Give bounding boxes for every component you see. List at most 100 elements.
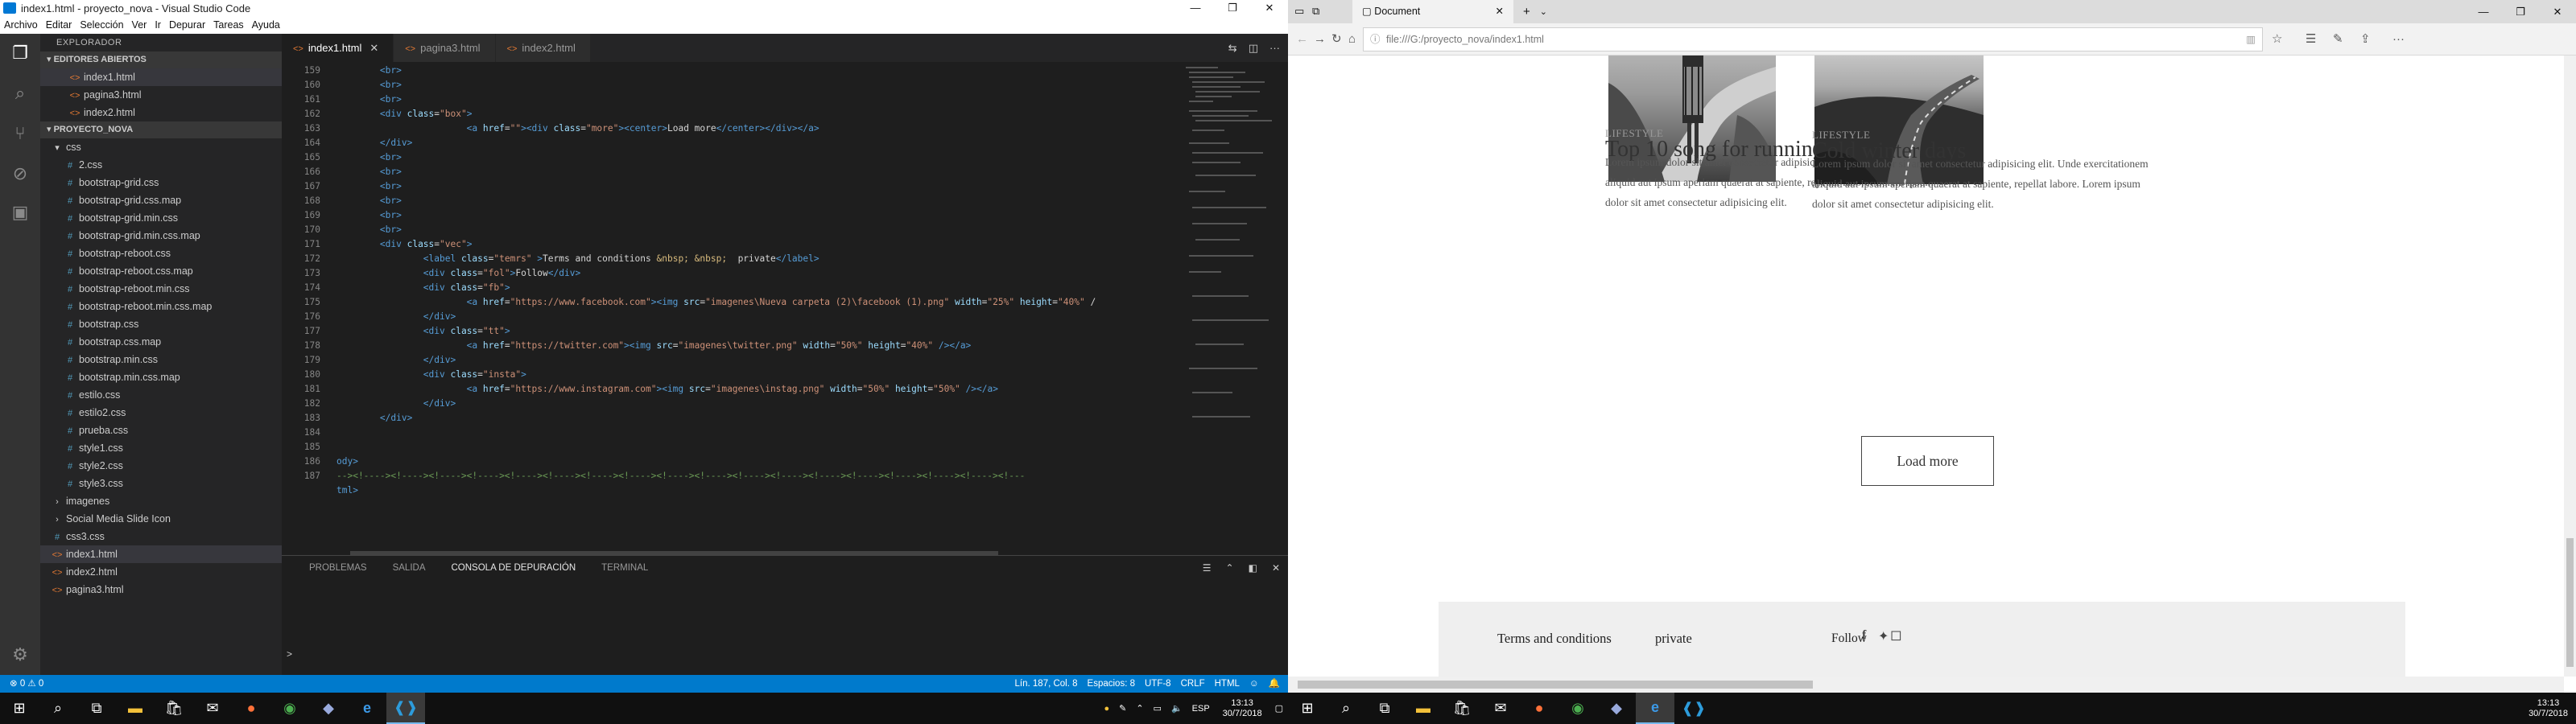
problems-status[interactable]: ⊗ 0 ⚠ 0 xyxy=(10,675,43,693)
file-item[interactable]: # style3.css xyxy=(40,475,282,492)
file-explorer-icon[interactable]: ▬ xyxy=(1404,693,1443,724)
open-editor-item[interactable]: <> index2.html xyxy=(40,104,282,121)
menu-editar[interactable]: Editar xyxy=(42,19,76,31)
search-icon[interactable]: ⌕ xyxy=(9,82,31,105)
twitter-icon[interactable]: ✦ xyxy=(1878,628,1889,644)
file-item[interactable]: <> index1.html xyxy=(40,545,282,563)
file-item[interactable]: # bootstrap.css.map xyxy=(40,333,282,351)
file-item[interactable]: # bootstrap.min.css xyxy=(40,351,282,368)
debug-icon[interactable]: ⊘ xyxy=(9,162,31,185)
chrome-icon[interactable]: ◉ xyxy=(1558,693,1597,724)
tab-terminal[interactable]: TERMINAL xyxy=(601,556,648,580)
app-icon[interactable]: ◆ xyxy=(1597,693,1636,724)
volume-icon[interactable]: 🔈 xyxy=(1166,703,1187,714)
folder-social-media[interactable]: › Social Media Slide Icon xyxy=(40,510,282,528)
task-view-icon[interactable]: ⧉ xyxy=(1365,693,1404,724)
files-icon[interactable]: ❐ xyxy=(9,42,31,64)
tab-problemas[interactable]: PROBLEMAS xyxy=(309,556,367,580)
forward-icon[interactable]: → xyxy=(1314,23,1326,56)
split-editor-icon[interactable]: ◫ xyxy=(1249,34,1258,62)
close-tab-icon[interactable]: ✕ xyxy=(1496,0,1504,23)
start-windows-icon[interactable]: ⊞ xyxy=(0,693,39,724)
vscode-taskbar-icon[interactable]: ❰❱ xyxy=(1674,693,1713,724)
chevron-up-icon[interactable]: ⌃ xyxy=(1226,556,1234,580)
menu-ayuda[interactable]: Ayuda xyxy=(248,19,284,31)
page-horizontal-scrollbar[interactable] xyxy=(1288,677,2564,693)
file-item[interactable]: # bootstrap-reboot.css xyxy=(40,245,282,262)
gear-icon[interactable]: ⚙ xyxy=(9,644,31,666)
file-item[interactable]: <> index2.html xyxy=(40,563,282,581)
cursor-position[interactable]: Lín. 187, Col. 8 xyxy=(1015,675,1078,693)
facebook-icon[interactable]: f xyxy=(1862,628,1866,643)
tab-consola-depuracion[interactable]: CONSOLA DE DEPURACIÓN xyxy=(452,556,576,580)
more-actions-icon[interactable]: ··· xyxy=(1269,34,1280,62)
tab-document[interactable]: ▢ Document ✕ xyxy=(1352,0,1513,23)
menu-seleccion[interactable]: Selección xyxy=(76,19,127,31)
file-item[interactable]: # style2.css xyxy=(40,457,282,475)
file-item[interactable]: <> pagina3.html xyxy=(40,581,282,599)
editor-vertical-scrollbar[interactable] xyxy=(1277,62,1288,555)
tab-salida[interactable]: SALIDA xyxy=(393,556,426,580)
code-editor[interactable]: 159 160 161 162 163 164 165 166 167 168 169 170 171 1… xyxy=(282,62,1179,555)
reading-view-icon[interactable]: ▥ xyxy=(2246,28,2256,51)
clock[interactable]: 13:13 30/7/2018 xyxy=(2520,698,2576,719)
close-button[interactable]: ✕ xyxy=(1251,0,1288,16)
file-explorer-icon[interactable]: ▬ xyxy=(116,693,155,724)
open-editor-item[interactable]: <> index1.html xyxy=(40,68,282,86)
file-item[interactable]: # bootstrap-grid.min.css xyxy=(40,209,282,227)
folder-css[interactable]: ▾ css xyxy=(40,138,282,156)
maximize-button[interactable]: ❐ xyxy=(2502,0,2539,23)
minimize-button[interactable]: — xyxy=(1177,0,1214,16)
task-view-icon[interactable]: ⧉ xyxy=(77,693,116,724)
tabs-aside-icon[interactable]: ▭ xyxy=(1294,5,1304,18)
pen-icon[interactable]: ✎ xyxy=(1114,703,1131,714)
file-item[interactable]: # estilo2.css xyxy=(40,404,282,422)
menu-depurar[interactable]: Depurar xyxy=(165,19,209,31)
store-icon[interactable]: 🛍 xyxy=(155,693,193,724)
vscode-taskbar-icon[interactable]: ❰❱ xyxy=(386,693,425,724)
web-note-icon[interactable]: ✎ xyxy=(2333,23,2343,56)
chevron-down-icon[interactable]: ⌄ xyxy=(1540,6,1547,17)
file-item[interactable]: # bootstrap-grid.css xyxy=(40,174,282,191)
url-field[interactable]: ⓘ file:///G:/proyecto_nova/index1.html ▥ xyxy=(1363,27,2263,51)
file-item[interactable]: # bootstrap-reboot.min.css xyxy=(40,280,282,298)
restore-tabs-icon[interactable]: ⧉ xyxy=(1312,5,1319,18)
indentation-status[interactable]: Espacios: 8 xyxy=(1088,675,1135,693)
open-editors-header[interactable]: ▾ EDITORES ABIERTOS xyxy=(40,51,282,68)
tab-index2[interactable]: <> index2.html xyxy=(495,34,591,62)
minimap[interactable] xyxy=(1179,62,1276,555)
file-item[interactable]: # bootstrap-reboot.css.map xyxy=(40,262,282,280)
load-more-button[interactable]: Load more xyxy=(1861,436,1994,486)
start-windows-icon[interactable]: ⊞ xyxy=(1288,693,1327,724)
menu-ver[interactable]: Ver xyxy=(128,19,151,31)
close-panel-icon[interactable]: ✕ xyxy=(1272,556,1280,580)
file-item[interactable]: # bootstrap.css xyxy=(40,315,282,333)
project-header[interactable]: ▾ PROYECTO_NOVA xyxy=(40,121,282,138)
console-prompt[interactable]: > xyxy=(287,648,292,660)
close-tab-icon[interactable]: ✕ xyxy=(369,42,378,54)
page-vertical-scrollbar[interactable] xyxy=(2564,56,2576,677)
chrome-icon[interactable]: ◉ xyxy=(270,693,309,724)
folder-imagenes[interactable]: › imagenes xyxy=(40,492,282,510)
mail-icon[interactable]: ✉ xyxy=(193,693,232,724)
network-icon[interactable]: ▭ xyxy=(1149,703,1166,714)
file-item[interactable]: # css3.css xyxy=(40,528,282,545)
firefox-icon[interactable]: ● xyxy=(232,693,270,724)
terms-link[interactable]: Terms and conditions xyxy=(1497,631,1612,647)
menu-tareas[interactable]: Tareas xyxy=(209,19,248,31)
maximize-button[interactable]: ❐ xyxy=(1214,0,1251,16)
tab-index1[interactable]: <> index1.html ✕ xyxy=(282,34,394,62)
menu-ir[interactable]: Ir xyxy=(151,19,165,31)
file-item[interactable]: # style1.css xyxy=(40,439,282,457)
app-icon[interactable]: ◆ xyxy=(309,693,348,724)
share-icon[interactable]: ⇪ xyxy=(2360,23,2371,56)
maximize-panel-icon[interactable]: ◧ xyxy=(1249,556,1257,580)
new-tab-button[interactable]: + xyxy=(1523,5,1530,19)
store-icon[interactable]: 🛍 xyxy=(1443,693,1481,724)
edge-icon[interactable]: e xyxy=(1636,693,1674,724)
private-link[interactable]: private xyxy=(1655,631,1692,647)
search-icon[interactable]: ⌕ xyxy=(39,693,77,724)
refresh-icon[interactable]: ↻ xyxy=(1331,23,1342,56)
file-item[interactable]: # estilo.css xyxy=(40,386,282,404)
close-button[interactable]: ✕ xyxy=(2539,0,2576,23)
